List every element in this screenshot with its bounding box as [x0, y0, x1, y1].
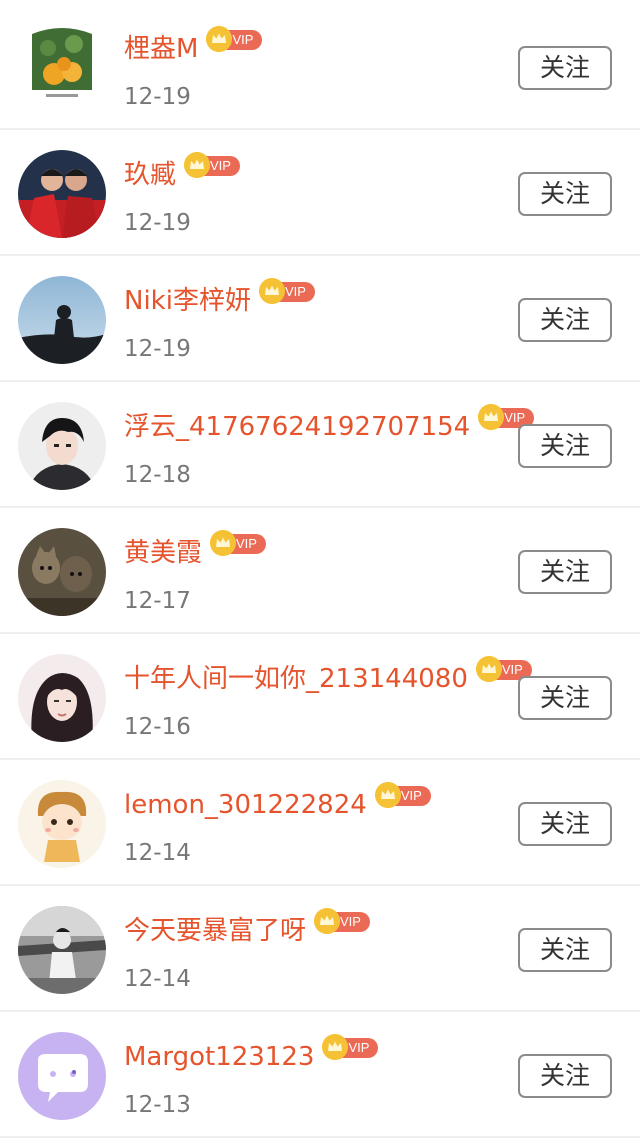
user-name[interactable]: 十年人间一如你_213144080 [124, 660, 468, 698]
list-item: 梩盎M VIP 12-19 关注 [0, 4, 640, 130]
user-name[interactable]: 黄美霞 [124, 534, 202, 572]
avatar[interactable] [18, 150, 106, 238]
avatar[interactable] [18, 654, 106, 742]
list-item: 今天要暴富了呀 VIP 12-14 关注 [0, 886, 640, 1012]
vip-badge: VIP [314, 908, 372, 938]
avatar[interactable] [18, 402, 106, 490]
follow-button[interactable]: 关注 [518, 1054, 612, 1098]
name-line: 今天要暴富了呀 VIP [124, 908, 372, 952]
crown-icon [475, 656, 502, 682]
vip-badge: VIP [322, 1034, 380, 1064]
follow-date: 12-19 [124, 84, 191, 110]
crown-icon [210, 530, 237, 556]
avatar[interactable] [24, 26, 100, 102]
crown-icon [184, 152, 211, 178]
follow-date: 12-14 [124, 840, 191, 866]
avatar[interactable] [18, 528, 106, 616]
vip-badge: VIP [206, 26, 264, 56]
name-line: 玖臧 VIP [124, 152, 242, 196]
follow-button[interactable]: 关注 [518, 928, 612, 972]
vip-badge: VIP [210, 530, 268, 560]
follow-button[interactable]: 关注 [518, 550, 612, 594]
follow-date: 12-19 [124, 336, 191, 362]
follow-date: 12-19 [124, 210, 191, 236]
vip-badge: VIP [374, 782, 433, 812]
list-item: Niki李梓妍 VIP 12-19 关注 [0, 256, 640, 382]
avatar[interactable] [18, 780, 106, 868]
vip-badge: VIP [258, 278, 317, 308]
user-name[interactable]: 玖臧 [124, 156, 176, 194]
user-name[interactable]: 梩盎M [124, 30, 198, 68]
crown-icon [374, 782, 401, 808]
follow-date: 12-14 [124, 966, 191, 992]
list-item: Margot123123 VIP 12-13 关注 [0, 1012, 640, 1138]
avatar[interactable] [18, 276, 106, 364]
list-item: 玖臧 VIP 12-19 关注 [0, 130, 640, 256]
follow-date: 12-17 [124, 588, 191, 614]
follow-date: 12-18 [124, 462, 191, 488]
user-name[interactable]: 浮云_41767624192707154 [124, 408, 470, 446]
follow-button[interactable]: 关注 [518, 46, 612, 90]
user-name[interactable]: Margot123123 [124, 1038, 314, 1076]
crown-icon [258, 278, 285, 304]
name-line: 梩盎M VIP [124, 26, 264, 70]
list-item: 十年人间一如你_213144080 VIP 12-16 关注 [0, 634, 640, 760]
crown-icon [314, 908, 341, 934]
user-name[interactable]: lemon_301222824 [124, 786, 367, 824]
follower-list: 梩盎M VIP 12-19 关注 玖臧 VIP 12-19 关注 Niki李梓妍… [0, 0, 640, 1144]
follow-button[interactable]: 关注 [518, 802, 612, 846]
name-line: 十年人间一如你_213144080 VIP [124, 656, 534, 700]
list-item: lemon_301222824 VIP 12-14 关注 [0, 760, 640, 886]
list-item: 浮云_41767624192707154 VIP 12-18 关注 [0, 382, 640, 508]
name-line: Margot123123 VIP [124, 1034, 380, 1078]
avatar[interactable] [18, 1032, 106, 1120]
follow-button[interactable]: 关注 [518, 424, 612, 468]
name-line: lemon_301222824 VIP [124, 782, 433, 826]
follow-button[interactable]: 关注 [518, 298, 612, 342]
user-name[interactable]: Niki李梓妍 [124, 282, 251, 320]
name-line: 黄美霞 VIP [124, 530, 268, 574]
list-item: 黄美霞 VIP 12-17 关注 [0, 508, 640, 634]
user-name[interactable]: 今天要暴富了呀 [124, 912, 306, 950]
follow-date: 12-13 [124, 1092, 191, 1118]
follow-button[interactable]: 关注 [518, 676, 612, 720]
vip-badge: VIP [184, 152, 242, 182]
follow-button[interactable]: 关注 [518, 172, 612, 216]
follow-date: 12-16 [124, 714, 191, 740]
name-line: Niki李梓妍 VIP [124, 278, 317, 322]
avatar[interactable] [18, 906, 106, 994]
name-line: 浮云_41767624192707154 VIP [124, 404, 536, 448]
